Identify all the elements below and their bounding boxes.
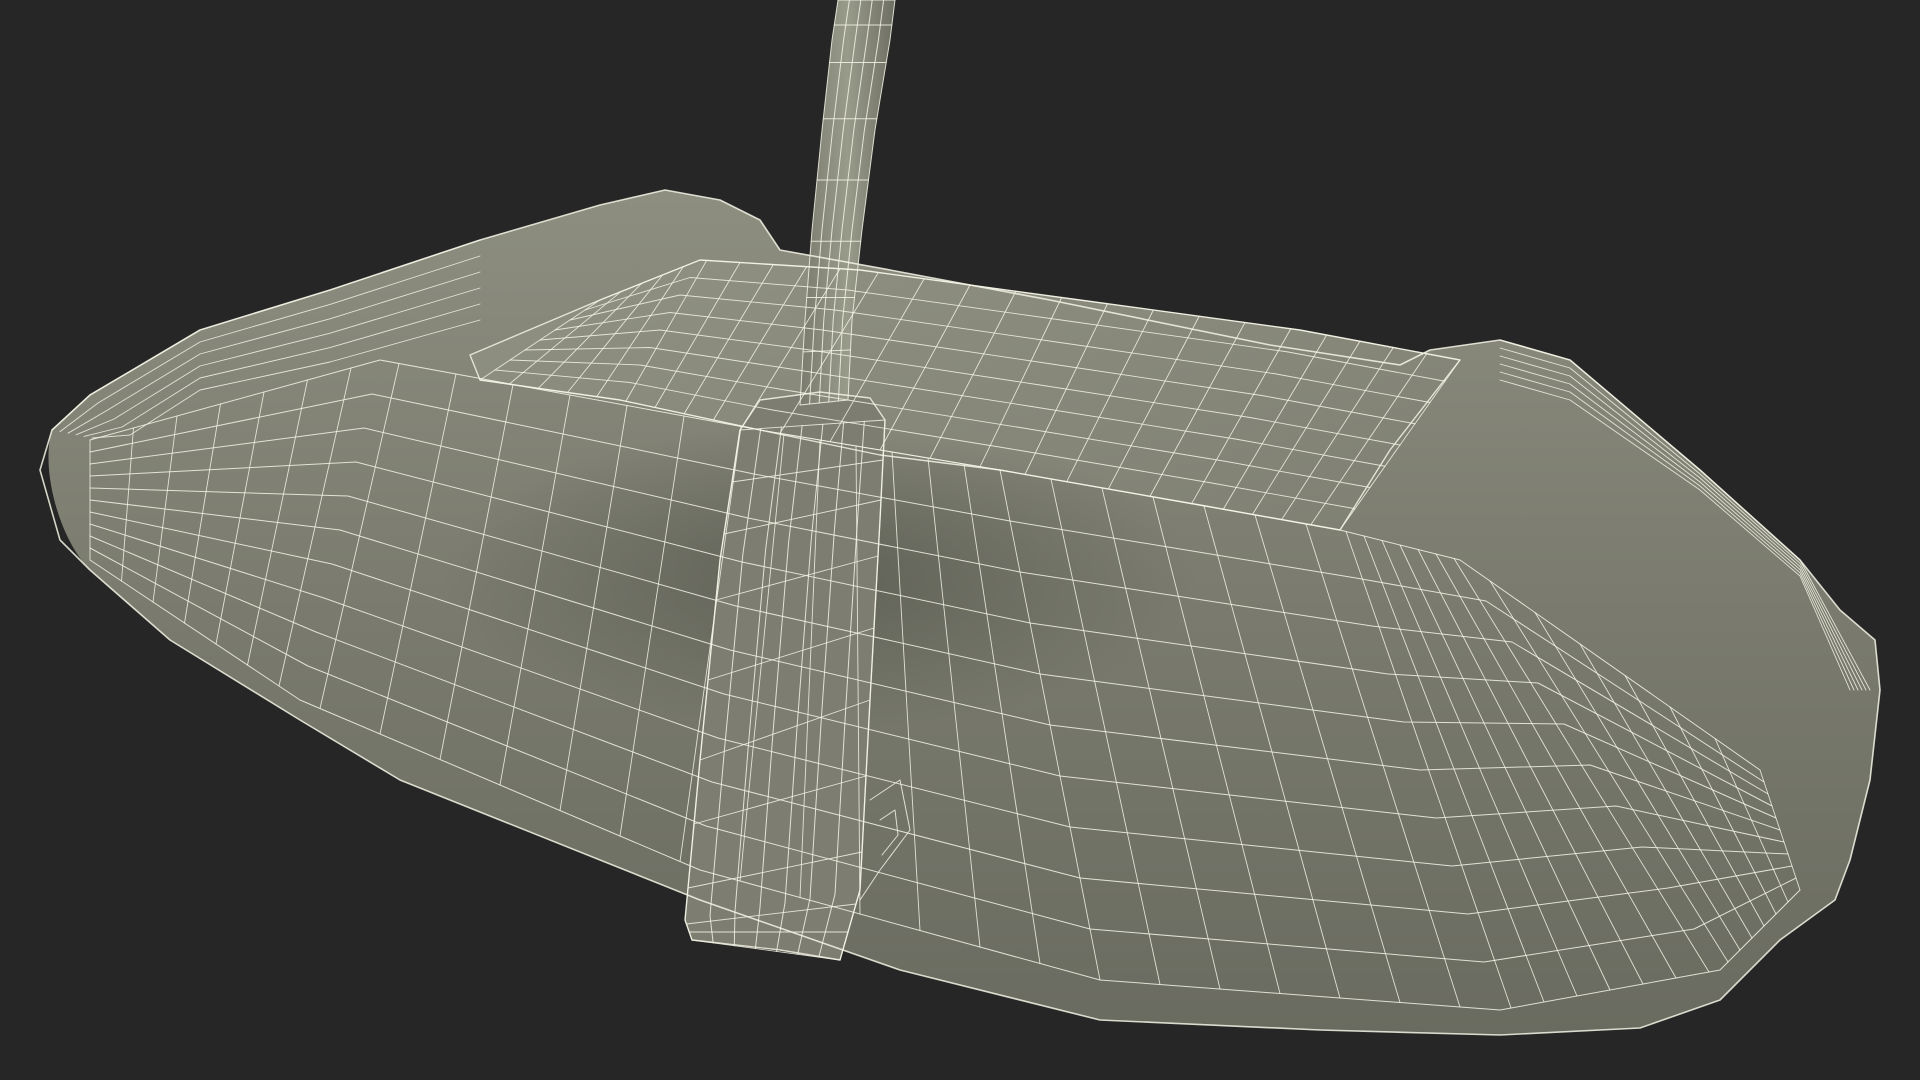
3d-viewport — [0, 0, 1920, 1080]
putter-head-wireframe-render — [39, 0, 1881, 1036]
